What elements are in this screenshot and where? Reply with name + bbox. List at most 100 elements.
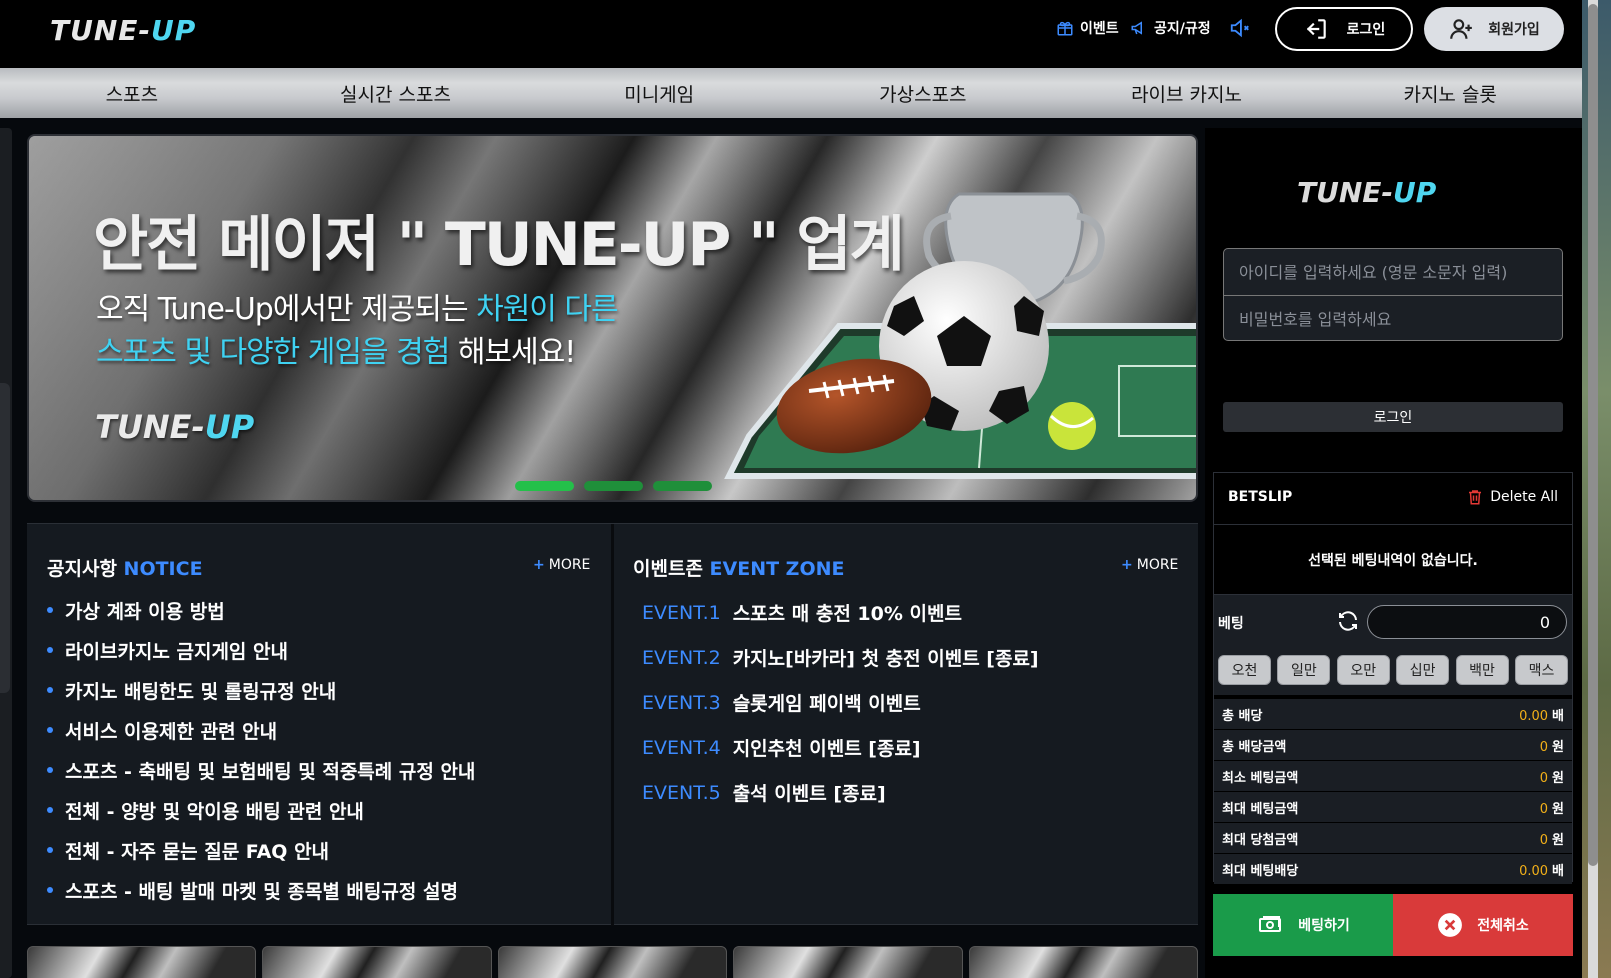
notice-item[interactable]: 서비스 이용제한 관련 안내 — [47, 710, 475, 750]
sidebar-logo-accent: UP — [1393, 176, 1437, 209]
notice-item[interactable]: 전체 - 자주 묻는 질문 FAQ 안내 — [47, 830, 475, 870]
game-thumbnails — [27, 946, 1199, 978]
sidebar-login-button[interactable]: 로그인 — [1223, 402, 1563, 432]
plus-icon: + — [1121, 557, 1133, 573]
event-item[interactable]: EVENT.5 출석 이벤트 [종료] — [642, 770, 1039, 815]
password-input[interactable] — [1224, 296, 1562, 340]
plus-icon: + — [533, 557, 545, 573]
summary-unit: 원 — [1552, 739, 1564, 755]
notice-item-text: 스포츠 - 축배팅 및 보험배팅 및 적중특례 규정 안내 — [65, 760, 476, 783]
betslip-empty-message: 선택된 베팅내역이 없습니다. — [1214, 525, 1572, 595]
summary-total-payout: 총 배당금액 0 원 — [1214, 730, 1572, 761]
login-button[interactable]: 로그인 — [1275, 7, 1413, 51]
app-root: TUNE-UP 이벤트 공지/규정 로그인 회원가입 스포츠 실시간 스포츠 미… — [0, 0, 1611, 978]
summary-number: 0.00 — [1519, 863, 1549, 879]
event-more-link[interactable]: + MORE — [1121, 557, 1178, 573]
event-link[interactable]: 이벤트 — [1056, 18, 1119, 38]
banner-title: 안전 메이저 " TUNE-UP " 업계 — [93, 210, 905, 280]
event-item-text: 지인추천 이벤트 [종료] — [732, 738, 921, 760]
nav-item-live-sports[interactable]: 실시간 스포츠 — [264, 68, 528, 118]
summary-value: 0원 — [1540, 736, 1564, 755]
summary-label: 총 배당 — [1222, 708, 1263, 724]
summary-number: 0 — [1539, 832, 1549, 848]
banner-logo: TUNE-UP — [95, 408, 254, 446]
event-item-text: 슬롯게임 페이백 이벤트 — [732, 693, 921, 715]
notice-heading-en: NOTICE — [123, 558, 203, 580]
summary-label: 총 배당금액 — [1222, 739, 1287, 755]
bullet-icon — [47, 607, 53, 613]
banner-logo-accent: UP — [204, 408, 255, 446]
delete-all-button[interactable]: Delete All — [1466, 488, 1558, 506]
notice-item[interactable]: 라이브카지노 금지게임 안내 — [47, 630, 475, 670]
cash-icon — [1259, 916, 1282, 932]
bet-chip-row: 오천 일만 오만 십만 백만 맥스 — [1214, 651, 1572, 695]
banner-dot-2[interactable] — [584, 481, 643, 491]
cancel-all-button[interactable]: 전체취소 — [1393, 894, 1573, 956]
summary-unit: 배 — [1552, 708, 1564, 724]
main-nav: 스포츠 실시간 스포츠 미니게임 가상스포츠 라이브 카지노 카지노 슬롯 — [0, 68, 1582, 118]
banner-sub-line1: 오직 Tune-Up에서만 제공되는 — [96, 292, 477, 327]
hero-banner[interactable]: 안전 메이저 " TUNE-UP " 업계 오직 Tune-Up에서만 제공되는… — [27, 134, 1198, 502]
event-item[interactable]: EVENT.3 슬롯게임 페이백 이벤트 — [642, 680, 1039, 725]
summary-value: 0원 — [1540, 767, 1564, 786]
join-button[interactable]: 회원가입 — [1424, 7, 1564, 51]
nav-item-live-casino[interactable]: 라이브 카지노 — [1055, 68, 1319, 118]
notice-item[interactable]: 가상 계좌 이용 방법 — [47, 590, 475, 630]
event-link-label: 이벤트 — [1080, 21, 1119, 37]
event-tag: EVENT.2 — [642, 646, 721, 669]
nav-item-virtual-sports[interactable]: 가상스포츠 — [791, 68, 1055, 118]
summary-max-win: 최대 당첨금액 0 원 — [1214, 823, 1572, 854]
notice-item[interactable]: 카지노 배팅한도 및 롤링규정 안내 — [47, 670, 475, 710]
chip-max-button[interactable]: 맥스 — [1514, 655, 1568, 685]
game-thumbnail[interactable] — [497, 946, 728, 978]
notice-more-link[interactable]: + MORE — [533, 557, 590, 573]
nav-item-casino-slot[interactable]: 카지노 슬롯 — [1318, 68, 1582, 118]
notice-rules-link[interactable]: 공지/규정 — [1130, 18, 1211, 38]
notice-item[interactable]: 전체 - 양방 및 악이용 배팅 관련 안내 — [47, 790, 475, 830]
join-button-label: 회원가입 — [1488, 22, 1540, 38]
notice-item-text: 서비스 이용제한 관련 안내 — [65, 720, 278, 743]
summary-max-bet: 최대 베팅금액 0 원 — [1214, 792, 1572, 823]
summary-number: 0.00 — [1519, 708, 1549, 724]
game-thumbnail[interactable] — [262, 946, 492, 978]
chip-1000000-button[interactable]: 백만 — [1455, 655, 1509, 685]
page-scrollbar[interactable] — [1582, 0, 1611, 978]
chip-100000-button[interactable]: 십만 — [1396, 655, 1450, 685]
event-item[interactable]: EVENT.4 지인추천 이벤트 [종료] — [642, 725, 1039, 770]
username-input[interactable] — [1224, 249, 1562, 295]
scrollbar-thumb[interactable] — [1588, 4, 1598, 866]
bet-amount-input[interactable]: 0 — [1367, 605, 1567, 639]
summary-value: 0.00 배 — [1519, 705, 1564, 724]
summary-label: 최소 베팅금액 — [1222, 770, 1299, 786]
mute-toggle[interactable] — [1226, 17, 1254, 39]
event-item[interactable]: EVENT.1 스포츠 매 충전 10% 이벤트 — [642, 590, 1039, 635]
game-thumbnail[interactable] — [733, 946, 963, 978]
nav-item-sports[interactable]: 스포츠 — [0, 68, 264, 118]
notice-rules-link-label: 공지/규정 — [1154, 21, 1211, 37]
event-item[interactable]: EVENT.2 카지노[바카라] 첫 충전 이벤트 [종료] — [642, 635, 1039, 680]
chip-10000-button[interactable]: 일만 — [1277, 655, 1331, 685]
event-tag: EVENT.4 — [642, 736, 721, 759]
left-edge-handle[interactable] — [0, 383, 10, 693]
notice-item[interactable]: 스포츠 - 배팅 발매 마켓 및 종목별 배팅규정 설명 — [47, 870, 475, 910]
game-thumbnail[interactable] — [968, 946, 1199, 978]
top-header: TUNE-UP 이벤트 공지/규정 로그인 회원가입 — [0, 0, 1611, 68]
game-thumbnail[interactable] — [27, 946, 257, 978]
summary-value: 0원 — [1540, 798, 1564, 817]
notice-item-text: 스포츠 - 배팅 발매 마켓 및 종목별 배팅규정 설명 — [65, 880, 458, 903]
banner-dot-3[interactable] — [653, 481, 712, 491]
summary-value: 0.00 배 — [1519, 860, 1564, 879]
nav-item-minigame[interactable]: 미니게임 — [527, 68, 791, 118]
notice-item[interactable]: 스포츠 - 축배팅 및 보험배팅 및 적중특례 규정 안내 — [47, 750, 475, 790]
sidebar-logo: TUNE-UP — [1297, 176, 1436, 209]
site-logo[interactable]: TUNE-UP — [50, 14, 196, 47]
betslip-header: BETSLIP Delete All — [1214, 473, 1572, 525]
chip-50000-button[interactable]: 오만 — [1336, 655, 1390, 685]
chip-5000-button[interactable]: 오천 — [1218, 655, 1271, 685]
banner-sub-line2: 해보세요! — [449, 335, 576, 370]
refresh-icon[interactable] — [1336, 609, 1360, 633]
banner-dot-1[interactable] — [515, 481, 574, 491]
bullet-icon — [47, 767, 53, 773]
place-bet-button[interactable]: 베팅하기 — [1213, 894, 1393, 956]
notice-more-label: MORE — [548, 557, 591, 573]
